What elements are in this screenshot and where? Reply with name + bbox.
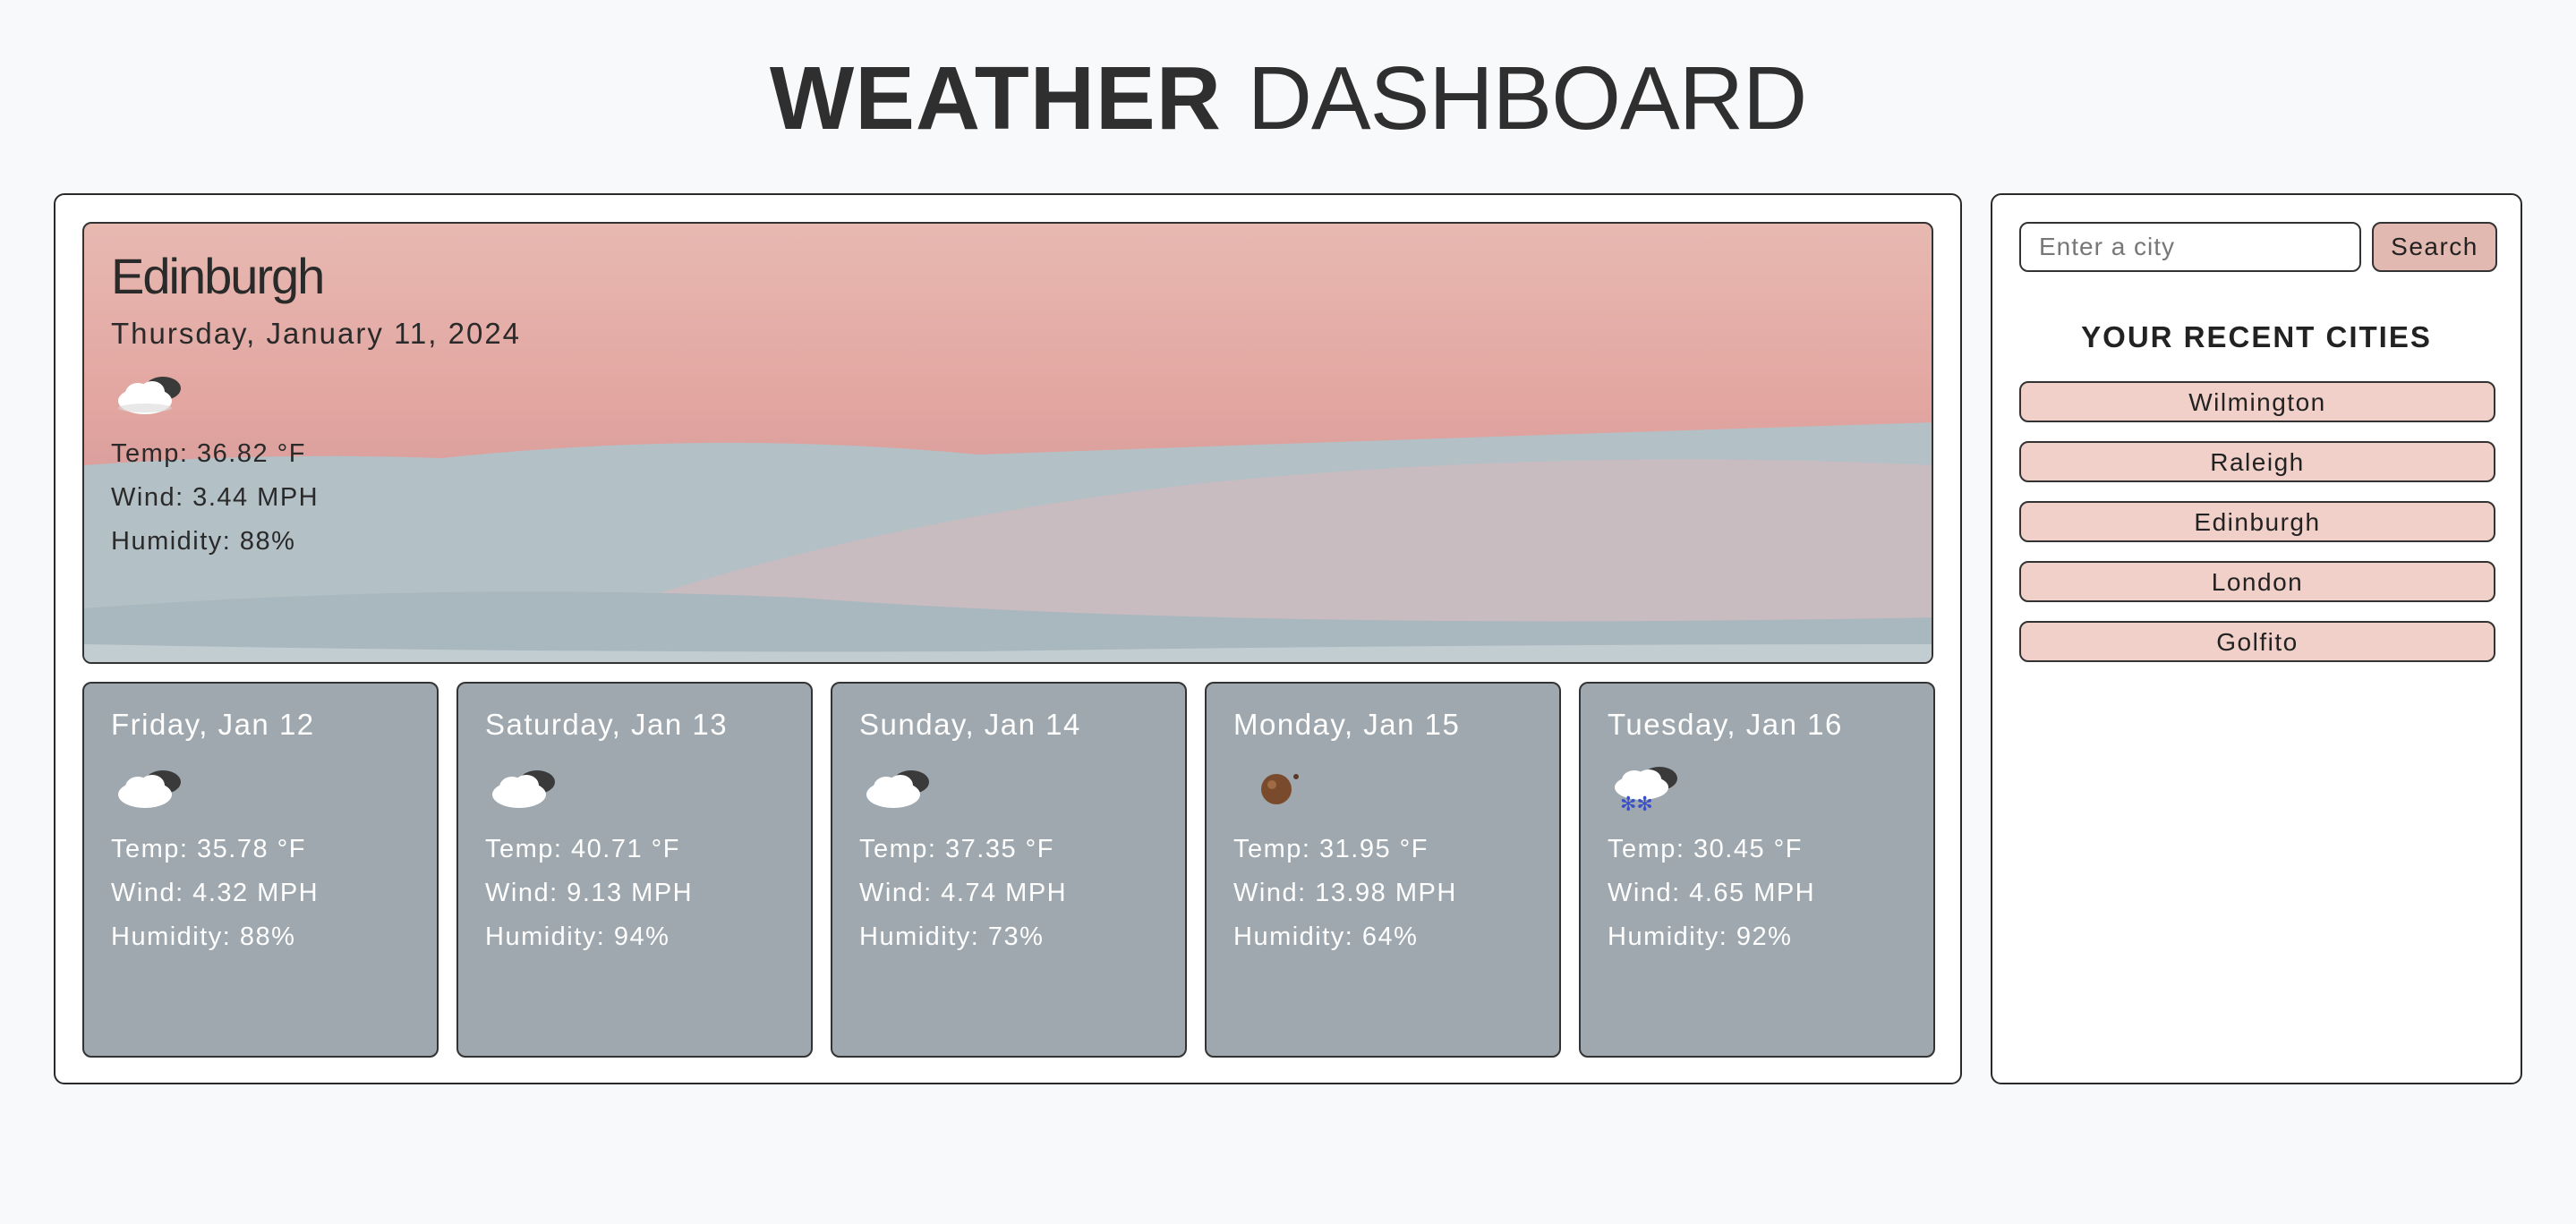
- forecast-temp: Temp: 35.78 °F: [111, 835, 306, 863]
- forecast-card: Friday, Jan 12 Temp: 35.78 °F Wind: 4.32…: [82, 682, 439, 1058]
- forecast-temp: Temp: 40.71 °F: [485, 835, 680, 863]
- current-stats: Temp: 36.82 °F Wind: 3.44 MPH Humidity: …: [111, 432, 521, 564]
- clear-night-icon: [1261, 774, 1299, 804]
- recent-city-button[interactable]: Wilmington: [2019, 381, 2495, 422]
- recent-cities-heading: YOUR RECENT CITIES: [2081, 320, 2432, 353]
- current-temp: Temp: 36.82 °F: [111, 439, 306, 468]
- cloud-icon: [492, 770, 555, 808]
- recent-city-button[interactable]: Edinburgh: [2019, 501, 2495, 542]
- svg-text:✻✻: ✻✻: [1620, 794, 1653, 814]
- cloud-icon: [866, 770, 929, 808]
- forecast-date: Monday, Jan 15: [1233, 708, 1461, 741]
- forecast-humidity: Humidity: 94%: [485, 922, 670, 951]
- forecast-card: Sunday, Jan 14 Temp: 37.35 °F Wind: 4.74…: [831, 682, 1187, 1058]
- forecast-temp: Temp: 37.35 °F: [859, 835, 1054, 863]
- forecast-card: Tuesday, Jan 16 ✻✻ Temp: 30.45 °F Wind: …: [1579, 682, 1935, 1058]
- forecast-temp: Temp: 30.45 °F: [1608, 835, 1803, 863]
- current-weather-card: Edinburgh Thursday, January 11, 2024 Tem…: [82, 222, 1933, 664]
- current-city-name: Edinburgh: [111, 248, 325, 304]
- cloud-icon: [118, 770, 181, 808]
- forecast-humidity: Humidity: 73%: [859, 922, 1045, 951]
- recent-city-button[interactable]: Raleigh: [2019, 441, 2495, 482]
- city-search-input[interactable]: [2019, 222, 2361, 272]
- recent-city-button[interactable]: Golfito: [2019, 621, 2495, 662]
- weather-panel: Edinburgh Thursday, January 11, 2024 Tem…: [54, 193, 1962, 1084]
- forecast-wind: Wind: 9.13 MPH: [485, 879, 694, 907]
- current-humidity: Humidity: 88%: [111, 527, 296, 556]
- search-panel: Search YOUR RECENT CITIES Wilmington Ral…: [1991, 193, 2522, 1084]
- cloud-icon: [118, 377, 181, 414]
- page-title: WEATHER DASHBOARD: [0, 47, 2576, 150]
- forecast-date: Friday, Jan 12: [111, 708, 315, 741]
- forecast-humidity: Humidity: 64%: [1233, 922, 1419, 951]
- snow-icon: ✻✻: [1615, 767, 1677, 816]
- forecast-humidity: Humidity: 92%: [1608, 922, 1793, 951]
- search-button[interactable]: Search: [2372, 222, 2497, 272]
- forecast-humidity: Humidity: 88%: [111, 922, 296, 951]
- title-light: DASHBOARD: [1247, 48, 1807, 149]
- forecast-card: Monday, Jan 15 Temp: 31.95 °F Wind: 13.9…: [1205, 682, 1561, 1058]
- forecast-date: Sunday, Jan 14: [859, 708, 1081, 741]
- forecast-temp: Temp: 31.95 °F: [1233, 835, 1429, 863]
- forecast-wind: Wind: 4.74 MPH: [859, 879, 1068, 907]
- recent-city-button[interactable]: London: [2019, 561, 2495, 602]
- forecast-date: Saturday, Jan 13: [485, 708, 729, 741]
- forecast-wind: Wind: 13.98 MPH: [1233, 879, 1457, 907]
- current-wind: Wind: 3.44 MPH: [111, 483, 320, 512]
- forecast-wind: Wind: 4.65 MPH: [1608, 879, 1816, 907]
- forecast-wind: Wind: 4.32 MPH: [111, 879, 320, 907]
- current-date: Thursday, January 11, 2024: [111, 317, 522, 350]
- current-weather-content: Edinburgh Thursday, January 11, 2024 Tem…: [111, 245, 521, 564]
- forecast-date: Tuesday, Jan 16: [1608, 708, 1843, 741]
- title-bold: WEATHER: [769, 48, 1222, 149]
- forecast-card: Saturday, Jan 13 Temp: 40.71 °F Wind: 9.…: [456, 682, 813, 1058]
